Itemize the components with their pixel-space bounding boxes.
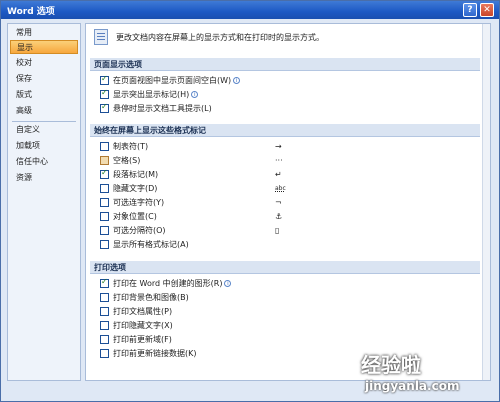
watermark-logo: 经验啦 jingyanla.com: [361, 347, 500, 402]
close-button[interactable]: ✕: [480, 3, 494, 17]
checkbox[interactable]: [100, 184, 109, 193]
vertical-scrollbar[interactable]: [482, 24, 490, 380]
checkbox[interactable]: [100, 293, 109, 302]
sidebar-item-display[interactable]: 显示: [10, 40, 78, 54]
section-page-display-options: 页面显示选项: [90, 58, 480, 71]
option-print-hidden-text[interactable]: 打印隐藏文字(X): [100, 320, 400, 332]
option-label: 打印隐藏文字(X): [113, 321, 173, 330]
option-label: 打印前更新域(F): [113, 335, 172, 344]
option-print-background[interactable]: 打印背景色和图像(B): [100, 292, 400, 304]
optional-hyphen-icon: ¬: [275, 198, 282, 207]
sidebar-item-general[interactable]: 常用: [10, 26, 78, 40]
option-spaces[interactable]: 空格(S) ···: [100, 155, 400, 167]
option-label: 可选连字符(Y): [113, 198, 165, 207]
option-object-anchors[interactable]: 对象位置(C) ⚓: [100, 211, 400, 223]
option-print-document-properties[interactable]: 打印文档属性(P): [100, 306, 400, 318]
sidebar-item-resources[interactable]: 资源: [10, 171, 78, 185]
option-print-drawings[interactable]: 打印在 Word 中创建的图形(R)i: [100, 277, 400, 290]
title-bar[interactable]: Word 选项 ? ✕: [1, 1, 499, 19]
option-label: 打印在 Word 中创建的图形(R): [113, 279, 223, 288]
info-icon: i: [191, 91, 199, 98]
checkbox[interactable]: [100, 88, 109, 99]
section-formatting-marks: 始终在屏幕上显示这些格式标记: [90, 124, 480, 137]
options-content-panel: 更改文档内容在屏幕上的显示方式和在打印时的显示方式。 页面显示选项 在页面视图中…: [85, 23, 491, 381]
checkbox[interactable]: [100, 198, 109, 207]
option-tab-characters[interactable]: 制表符(T) →: [100, 141, 400, 153]
sidebar-item-proofing[interactable]: 校对: [10, 56, 78, 70]
checkbox[interactable]: [100, 335, 109, 344]
option-label: 制表符(T): [113, 142, 149, 151]
sidebar-item-save[interactable]: 保存: [10, 72, 78, 86]
option-label: 隐藏文字(D): [113, 184, 158, 193]
option-show-highlighter-marks[interactable]: 显示突出显示标记(H)i: [100, 88, 400, 101]
section-printing-options: 打印选项: [90, 261, 480, 274]
option-label: 打印前更新链接数据(K): [113, 349, 197, 358]
info-icon: i: [224, 280, 232, 287]
option-label: 在页面视图中显示页面间空白(W): [113, 76, 232, 85]
checkbox[interactable]: [100, 142, 109, 151]
option-label: 段落标记(M): [113, 170, 159, 179]
sidebar-item-customize[interactable]: 自定义: [10, 123, 78, 137]
watermark-text: 经验啦: [361, 353, 421, 377]
tab-mark-icon: →: [275, 142, 282, 151]
option-update-links-before-print[interactable]: 打印前更新链接数据(K): [100, 348, 400, 360]
word-options-dialog: Word 选项 ? ✕ 常用 显示 校对 保存 版式 高级 自定义 加载项 信任…: [0, 0, 500, 402]
option-paragraph-marks[interactable]: 段落标记(M) ↵: [100, 168, 400, 181]
anchor-icon: ⚓: [275, 212, 283, 221]
checkbox[interactable]: [100, 156, 109, 165]
option-label: 可选分隔符(O): [113, 226, 166, 235]
checkbox[interactable]: [100, 226, 109, 235]
checkbox[interactable]: [100, 102, 109, 113]
checkbox[interactable]: [100, 307, 109, 316]
checkbox[interactable]: [100, 349, 109, 358]
checkbox[interactable]: [100, 321, 109, 330]
panel-description: 更改文档内容在屏幕上的显示方式和在打印时的显示方式。: [116, 33, 324, 42]
checkbox[interactable]: [100, 277, 109, 288]
option-update-fields-before-print[interactable]: 打印前更新域(F): [100, 334, 400, 346]
panel-header: 更改文档内容在屏幕上的显示方式和在打印时的显示方式。: [86, 24, 482, 54]
option-show-whitespace[interactable]: 在页面视图中显示页面间空白(W)i: [100, 74, 400, 87]
checkbox[interactable]: [100, 240, 109, 249]
option-show-all-marks[interactable]: 显示所有格式标记(A): [100, 239, 400, 251]
option-label: 显示突出显示标记(H): [113, 90, 190, 99]
optional-break-icon: ▯: [275, 226, 280, 235]
sidebar-item-trust-center[interactable]: 信任中心: [10, 155, 78, 169]
sidebar-item-advanced[interactable]: 高级: [10, 104, 78, 118]
option-label: 显示所有格式标记(A): [113, 240, 189, 249]
space-mark-icon: ···: [275, 156, 283, 165]
option-optional-breaks[interactable]: 可选分隔符(O) ▯: [100, 225, 400, 237]
sidebar-item-layout[interactable]: 版式: [10, 88, 78, 102]
hidden-text-mark-icon: abc: [275, 185, 286, 192]
option-label: 对象位置(C): [113, 212, 157, 221]
checkbox[interactable]: [100, 74, 109, 85]
option-label: 打印背景色和图像(B): [113, 293, 189, 302]
option-label: 打印文档属性(P): [113, 307, 173, 316]
option-hidden-text[interactable]: 隐藏文字(D) abc: [100, 183, 400, 195]
option-show-tooltips-on-hover[interactable]: 悬停时显示文档工具提示(L): [100, 102, 400, 115]
document-display-icon: [94, 29, 108, 45]
paragraph-mark-icon: ↵: [275, 170, 282, 179]
dialog-title: Word 选项: [7, 7, 55, 17]
option-optional-hyphens[interactable]: 可选连字符(Y) ¬: [100, 197, 400, 209]
sidebar-divider: [12, 121, 76, 122]
sidebar-item-addins[interactable]: 加载项: [10, 139, 78, 153]
watermark-url: jingyanla.com: [365, 379, 460, 393]
option-label: 空格(S): [113, 156, 141, 165]
help-button[interactable]: ?: [463, 3, 477, 17]
info-icon: i: [233, 77, 241, 84]
checkbox[interactable]: [100, 168, 109, 179]
checkbox[interactable]: [100, 212, 109, 221]
option-label: 悬停时显示文档工具提示(L): [113, 104, 212, 113]
options-sidebar: 常用 显示 校对 保存 版式 高级 自定义 加载项 信任中心 资源: [7, 23, 81, 381]
